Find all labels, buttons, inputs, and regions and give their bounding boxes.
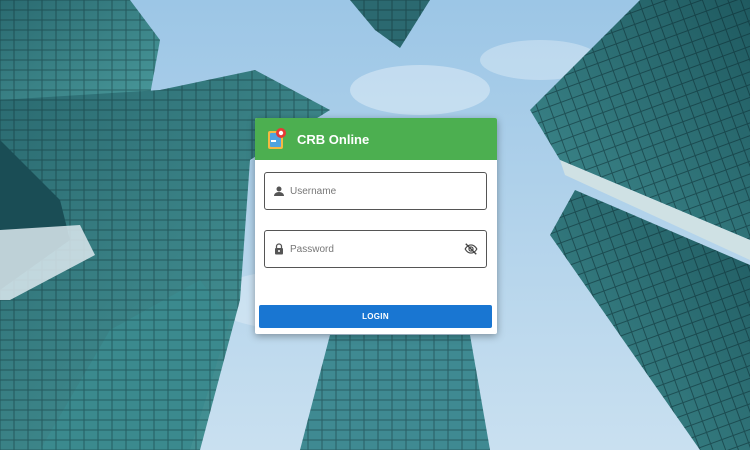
app-title: CRB Online bbox=[297, 131, 370, 147]
crb-logo-icon bbox=[268, 128, 286, 149]
username-input[interactable] bbox=[290, 181, 478, 201]
password-field[interactable] bbox=[264, 230, 487, 268]
lock-icon bbox=[275, 243, 283, 255]
eye-off-icon[interactable] bbox=[464, 242, 478, 256]
login-card: CRB Online LOGIN bbox=[255, 118, 497, 334]
person-icon bbox=[274, 186, 284, 196]
password-input[interactable] bbox=[290, 239, 464, 259]
card-header: CRB Online bbox=[255, 118, 497, 160]
login-button[interactable]: LOGIN bbox=[259, 305, 492, 328]
username-field[interactable] bbox=[264, 172, 487, 210]
